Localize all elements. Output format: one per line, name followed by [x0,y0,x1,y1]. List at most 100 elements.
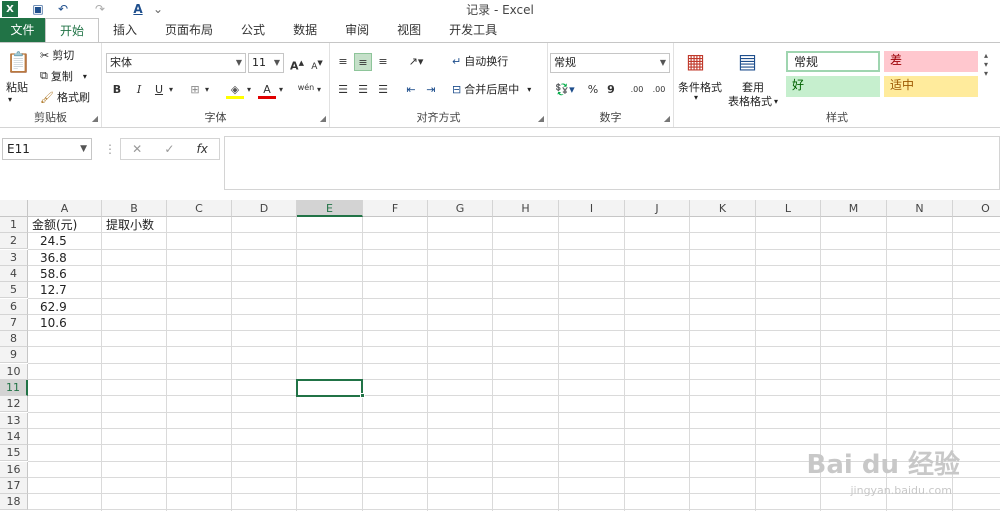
phonetic-guide-button[interactable]: wén [296,79,316,97]
tab-page-layout[interactable]: 页面布局 [151,18,227,42]
cell-a1[interactable]: 金额(元) [32,217,77,233]
fill-color-icon[interactable]: ◈ [226,81,244,99]
align-bottom-icon[interactable]: ≡ [374,53,392,71]
cut-button[interactable]: ✂ 剪切 [40,47,74,63]
row-header-2[interactable]: 2 [0,233,28,250]
style-neutral[interactable]: 适中 [884,76,978,97]
copy-button[interactable]: ⧉ 复制 ▾ [40,68,87,84]
select-all-button[interactable] [0,200,28,217]
enter-icon[interactable]: ✓ [164,142,174,156]
row-header-4[interactable]: 4 [0,265,28,282]
more-options-icon[interactable]: ⋮ [104,142,116,156]
bold-button[interactable]: B [108,81,126,99]
font-color-button[interactable]: A [258,81,276,99]
row-header-15[interactable]: 15 [0,445,28,462]
tab-insert[interactable]: 插入 [99,18,151,42]
column-header-c[interactable]: C [167,200,232,217]
fill-color-dropdown-icon[interactable]: ▾ [244,81,254,99]
fill-handle[interactable] [360,393,365,399]
cell-a6[interactable]: 62.9 [40,299,67,315]
cell-a2[interactable]: 24.5 [40,233,67,249]
font-color-dropdown-icon[interactable]: ▾ [276,81,286,99]
format-as-table-icon[interactable]: ▤ [738,47,768,75]
column-header-b[interactable]: B [102,200,167,217]
orientation-icon[interactable]: ↗▾ [404,53,428,71]
decrease-font-size-button[interactable]: A▼ [308,54,326,72]
style-good[interactable]: 好 [786,76,880,97]
font-launcher-icon[interactable]: ◢ [320,114,326,123]
wrap-text-button[interactable]: ↵ 自动换行 [452,53,508,69]
column-header-l[interactable]: L [756,200,821,217]
tab-formulas[interactable]: 公式 [227,18,279,42]
active-cell-outline[interactable] [296,379,363,398]
decrease-decimal-button[interactable]: .00 [650,81,668,99]
align-left-icon[interactable]: ☰ [334,81,352,99]
column-header-f[interactable]: F [363,200,428,217]
row-header-10[interactable]: 10 [0,363,28,380]
accounting-format-icon[interactable]: 💱▾ [552,81,578,99]
cancel-icon[interactable]: ✕ [132,142,142,156]
paste-dropdown-icon[interactable]: ▾ [8,95,12,104]
alignment-launcher-icon[interactable]: ◢ [538,114,544,123]
row-header-1[interactable]: 1 [0,217,28,233]
tab-view[interactable]: 视图 [383,18,435,42]
decrease-indent-icon[interactable]: ⇤ [402,81,420,99]
column-header-o[interactable]: O [953,200,1000,217]
column-header-e[interactable]: E [297,200,363,217]
row-header-5[interactable]: 5 [0,282,28,299]
tab-developer[interactable]: 开发工具 [435,18,511,42]
cell-a3[interactable]: 36.8 [40,250,67,266]
align-center-icon[interactable]: ☰ [354,81,372,99]
cell-a7[interactable]: 10.6 [40,315,67,331]
align-right-icon[interactable]: ☰ [374,81,392,99]
tab-review[interactable]: 审阅 [331,18,383,42]
copy-dropdown-icon[interactable]: ▾ [83,72,87,81]
column-header-n[interactable]: N [887,200,953,217]
name-box[interactable]: E11 ▼ [2,138,92,160]
font-name-select[interactable]: 宋体 ▼ [106,53,246,73]
formula-input[interactable] [224,136,1000,190]
align-middle-icon[interactable]: ≡ [354,53,372,71]
paste-icon[interactable]: 📋 [6,49,34,75]
column-header-i[interactable]: I [559,200,625,217]
comma-style-button[interactable]: 9 [602,81,620,99]
increase-font-size-button[interactable]: A▲ [288,54,306,73]
paste-button[interactable]: 粘贴 [6,79,28,95]
row-header-7[interactable]: 7 [0,314,28,331]
insert-function-icon[interactable]: fx [197,142,208,156]
format-painter-button[interactable]: 🖌 格式刷 [40,89,90,105]
conditional-format-dropdown-icon[interactable]: ▾ [694,93,698,102]
column-header-g[interactable]: G [428,200,493,217]
merge-center-button[interactable]: ⊟ 合并后居中 ▾ [452,81,531,97]
italic-button[interactable]: I [130,81,148,99]
conditional-format-button[interactable]: 条件格式 [678,79,722,95]
align-top-icon[interactable]: ≡ [334,53,352,71]
cell-b1[interactable]: 提取小数 [106,217,154,233]
row-header-16[interactable]: 16 [0,461,28,478]
row-header-12[interactable]: 12 [0,396,28,413]
borders-dropdown-icon[interactable]: ▾ [202,81,212,99]
column-header-k[interactable]: K [690,200,756,217]
tab-file[interactable]: 文件 [0,18,45,42]
underline-dropdown-icon[interactable]: ▾ [166,81,176,99]
style-bad[interactable]: 差 [884,51,978,72]
column-header-m[interactable]: M [821,200,887,217]
column-header-a[interactable]: A [28,200,102,217]
column-header-d[interactable]: D [232,200,297,217]
phonetic-dropdown-icon[interactable]: ▾ [314,81,324,99]
cell-a5[interactable]: 12.7 [40,282,67,298]
row-header-8[interactable]: 8 [0,331,28,348]
row-header-11[interactable]: 11 [0,380,28,396]
row-header-6[interactable]: 6 [0,298,28,315]
style-normal[interactable]: 常规 [786,51,880,72]
column-header-j[interactable]: J [625,200,690,217]
row-header-9[interactable]: 9 [0,347,28,364]
cell-a4[interactable]: 58.6 [40,266,67,282]
tab-home[interactable]: 开始 [45,18,100,43]
format-as-table-button[interactable]: 表格格式 ▾ [728,93,778,109]
percent-button[interactable]: % [584,81,602,99]
increase-decimal-button[interactable]: .00 [628,81,646,99]
styles-scroll-icon[interactable]: ▴ ▾ ▾ [984,51,988,78]
increase-indent-icon[interactable]: ⇥ [422,81,440,99]
row-header-18[interactable]: 18 [0,494,28,511]
